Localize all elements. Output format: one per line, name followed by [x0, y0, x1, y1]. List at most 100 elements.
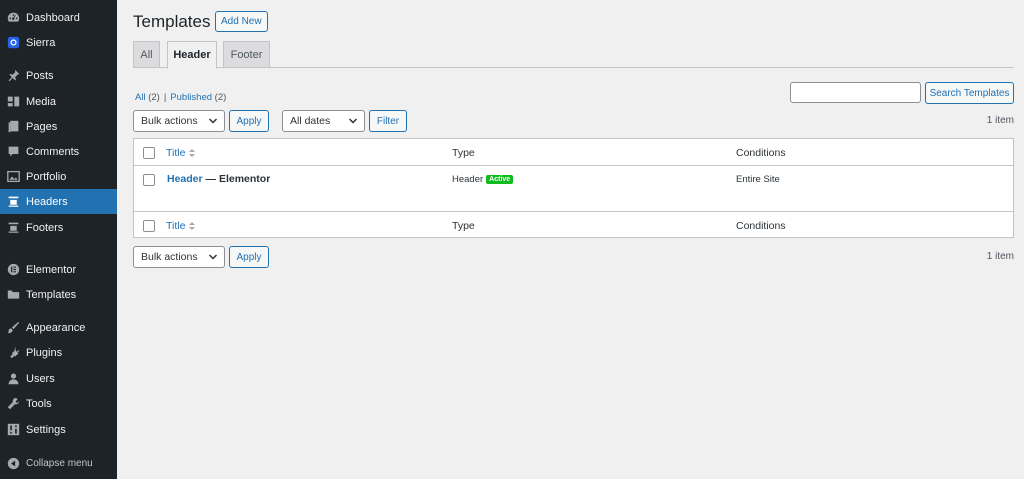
items-count-bottom: 1 item [986, 251, 1014, 262]
add-new-button[interactable]: Add New [215, 11, 268, 32]
collapse-menu-label: Collapse menu [26, 458, 93, 469]
sidebar-item-elementor[interactable]: Elementor [0, 257, 117, 282]
status-badge: Active [486, 175, 514, 184]
select-all-checkbox-footer[interactable] [143, 220, 155, 232]
filter-button[interactable]: Filter [369, 110, 407, 132]
elementor-icon [6, 263, 20, 277]
row-type: Header Active [452, 174, 514, 185]
sidebar-item-comments[interactable]: Comments [0, 139, 117, 164]
chevron-down-icon [348, 118, 358, 124]
column-conditions-header: Conditions [736, 147, 786, 159]
bulk-actions-select-top[interactable]: Bulk actions [133, 110, 225, 132]
sidebar-item-label: Posts [26, 69, 54, 82]
admin-sidebar: Dashboard Sierra Posts Media Pages Comme… [0, 0, 117, 479]
header-icon [6, 195, 20, 209]
sidebar-item-label: Templates [26, 288, 77, 301]
sidebar-item-label: Dashboard [26, 11, 80, 24]
sidebar-item-label: Pages [26, 120, 58, 133]
sidebar-item-label: Headers [26, 195, 68, 208]
row-title-link[interactable]: Header [167, 173, 203, 185]
sidebar-item-posts[interactable]: Posts [0, 63, 117, 88]
sidebar-item-label: Media [26, 95, 56, 108]
bulk-actions-select-bottom[interactable]: Bulk actions [133, 246, 225, 268]
filter-separator: | [163, 92, 167, 103]
select-all-checkbox[interactable] [143, 147, 155, 159]
user-icon [6, 372, 20, 386]
chevron-down-icon [208, 118, 218, 124]
sidebar-item-plugins[interactable]: Plugins [0, 340, 117, 365]
filter-published-link[interactable]: Published (2) [170, 92, 226, 103]
sort-icon [189, 149, 196, 158]
sidebar-item-label: Sierra [26, 36, 56, 49]
sidebar-item-portfolio[interactable]: Portfolio [0, 164, 117, 189]
column-conditions-footer: Conditions [736, 220, 786, 232]
tab-footer[interactable]: Footer [223, 41, 270, 68]
row-title: Header — Elementor [167, 173, 270, 185]
row-conditions: Entire Site [736, 174, 780, 185]
sierra-icon [6, 36, 20, 50]
wrench-icon [6, 397, 20, 411]
template-tabs: All Header Footer [133, 41, 1014, 69]
sidebar-item-label: Appearance [26, 321, 86, 334]
sidebar-item-label: Comments [26, 145, 80, 158]
filter-published-count: (2) [214, 92, 227, 103]
items-count-top: 1 item [986, 115, 1014, 126]
portfolio-icon [6, 170, 20, 184]
folder-icon [6, 288, 20, 302]
bulk-actions-value: Bulk actions [141, 251, 198, 263]
search-input[interactable] [790, 82, 921, 103]
footer-icon [6, 221, 20, 235]
sidebar-item-appearance[interactable]: Appearance [0, 315, 117, 340]
bulk-actions-value: Bulk actions [141, 115, 198, 127]
sidebar-item-sierra[interactable]: Sierra [0, 30, 117, 55]
sidebar-item-footers[interactable]: Footers [0, 215, 117, 240]
table-header-row: Title Type Conditions [134, 139, 1013, 166]
media-icon [6, 95, 20, 109]
tab-all[interactable]: All [133, 41, 160, 68]
column-title-label: Title [166, 220, 186, 232]
sidebar-item-label: Portfolio [26, 170, 67, 183]
search-templates-button[interactable]: Search Templates [925, 82, 1014, 104]
dates-select[interactable]: All dates [282, 110, 365, 132]
tab-header[interactable]: Header [167, 41, 217, 69]
pages-icon [6, 120, 20, 134]
filter-all-count: (2) [148, 92, 160, 103]
filter-all-link[interactable]: All (2) [135, 92, 160, 103]
column-type-footer: Type [452, 220, 475, 232]
table-footer-row: Title Type Conditions [134, 211, 1013, 238]
column-title-label: Title [166, 147, 186, 159]
sidebar-item-label: Users [26, 372, 55, 385]
dashboard-icon [6, 11, 20, 25]
chevron-down-icon [208, 254, 218, 260]
table-row: Header — Elementor Header Active Entire S… [134, 166, 1013, 211]
sort-icon [189, 222, 196, 231]
sidebar-item-templates[interactable]: Templates [0, 282, 117, 307]
sidebar-item-tools[interactable]: Tools [0, 391, 117, 416]
comment-icon [6, 145, 20, 159]
dates-value: All dates [290, 115, 331, 127]
collapse-menu-button[interactable]: Collapse menu [0, 451, 117, 476]
apply-button-bottom[interactable]: Apply [229, 246, 269, 268]
row-checkbox[interactable] [143, 174, 155, 186]
templates-table: Title Type Conditions Header — Elementor… [133, 138, 1014, 238]
sidebar-item-media[interactable]: Media [0, 89, 117, 114]
page-title: Templates [133, 12, 211, 31]
sidebar-item-users[interactable]: Users [0, 366, 117, 391]
sidebar-item-settings[interactable]: Settings [0, 417, 117, 442]
column-title-footer[interactable]: Title [166, 220, 196, 232]
main-content: Templates Add New All Header Footer All … [117, 0, 1024, 479]
plug-icon [6, 346, 20, 360]
sidebar-item-label: Elementor [26, 263, 77, 276]
sidebar-item-label: Tools [26, 397, 52, 410]
settings-icon [6, 423, 20, 437]
sidebar-item-headers[interactable]: Headers [0, 189, 117, 214]
apply-button-top[interactable]: Apply [229, 110, 269, 132]
column-title-header[interactable]: Title [166, 147, 196, 159]
row-title-suffix: — Elementor [202, 173, 271, 185]
sidebar-item-label: Settings [26, 423, 66, 436]
sidebar-item-label: Footers [26, 221, 64, 234]
sidebar-item-pages[interactable]: Pages [0, 114, 117, 139]
status-filters: All (2) | Published (2) [135, 92, 226, 103]
row-type-label: Header [452, 174, 484, 185]
sidebar-item-dashboard[interactable]: Dashboard [0, 5, 117, 30]
